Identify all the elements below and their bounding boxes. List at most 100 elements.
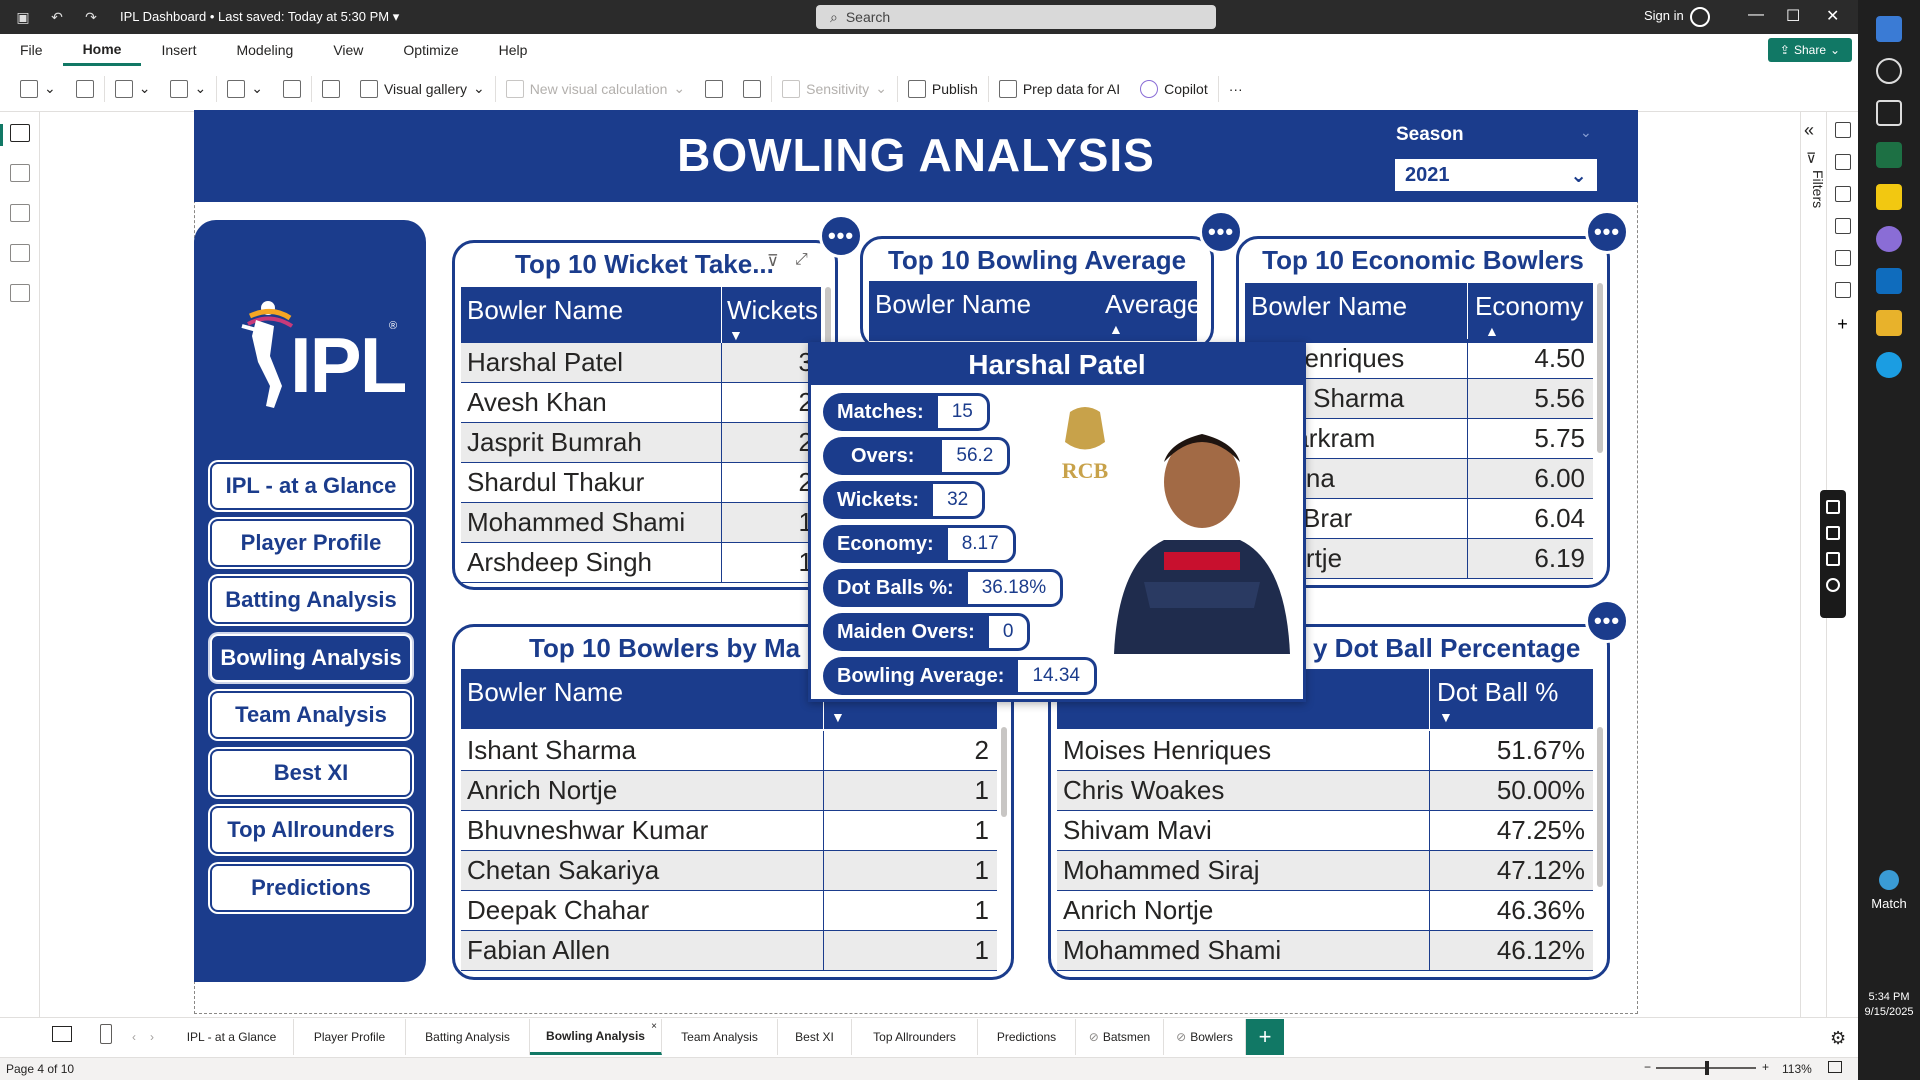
- performance-icon[interactable]: [1834, 282, 1851, 298]
- menu-insert[interactable]: Insert: [141, 34, 216, 66]
- tab-bowlers-hidden[interactable]: ⊘ Bowlers: [1164, 1019, 1246, 1055]
- bookmarks-icon[interactable]: [1834, 218, 1851, 234]
- sort-descending-icon[interactable]: ▼: [831, 709, 845, 725]
- fit-to-page-icon[interactable]: [1828, 1061, 1842, 1073]
- format-painter-button[interactable]: [66, 66, 104, 112]
- share-button[interactable]: ⇪ Share ⌄: [1768, 38, 1852, 62]
- sort-ascending-icon[interactable]: ▲: [1109, 321, 1123, 337]
- visual-gallery-button[interactable]: Visual gallery ⌄: [350, 66, 495, 112]
- table-row[interactable]: Bhuvneshwar Kumar 1: [461, 811, 997, 851]
- sign-in-link[interactable]: Sign in: [1644, 8, 1684, 23]
- table-row[interactable]: Chetan Sakariya 1: [461, 851, 997, 891]
- task-view-icon[interactable]: [1876, 100, 1902, 126]
- search-icon[interactable]: [1876, 58, 1902, 84]
- column-header-bowler-name[interactable]: Bowler Name: [467, 295, 623, 326]
- table-row[interactable]: Avesh Khan 2: [461, 383, 821, 423]
- edge-icon[interactable]: [1876, 352, 1902, 378]
- table-row[interactable]: Shardul Thakur 2: [461, 463, 821, 503]
- column-header-bowler-name[interactable]: Bowler Name: [1251, 291, 1407, 322]
- menu-home[interactable]: Home: [62, 34, 142, 66]
- menu-view[interactable]: View: [313, 34, 383, 66]
- nav-button-batting-analysis[interactable]: Batting Analysis: [210, 576, 412, 624]
- tab-best-xi[interactable]: Best XI: [778, 1019, 852, 1055]
- sort-descending-icon[interactable]: ▼: [729, 327, 743, 343]
- filters-pane-label[interactable]: Filters: [1800, 170, 1826, 208]
- more-options-button[interactable]: •••: [1585, 599, 1629, 643]
- gear-icon[interactable]: [1826, 578, 1840, 592]
- vertical-scrollbar[interactable]: [1597, 283, 1603, 453]
- prep-data-button[interactable]: Prep data for AI: [989, 66, 1130, 112]
- new-visual-calculation-button[interactable]: New visual calculation ⌄: [496, 66, 695, 112]
- table-view-icon[interactable]: [10, 164, 30, 182]
- refresh-button[interactable]: [273, 66, 311, 112]
- expand-pane-icon[interactable]: «: [1804, 120, 1814, 141]
- add-pane-icon[interactable]: +: [1827, 314, 1858, 335]
- vertical-scrollbar[interactable]: [1597, 727, 1603, 887]
- column-header-bowler-name[interactable]: Bowler Name: [467, 677, 623, 708]
- taskbar-widget[interactable]: Match: [1858, 870, 1920, 911]
- menu-modeling[interactable]: Modeling: [216, 34, 313, 66]
- excel-icon[interactable]: [1876, 142, 1902, 168]
- table-row[interactable]: Mohammed Siraj 47.12%: [1057, 851, 1593, 891]
- nav-button-best-xi[interactable]: Best XI: [210, 749, 412, 797]
- more-options-button[interactable]: •••: [819, 214, 863, 258]
- tab-bowling-analysis[interactable]: Bowling Analysis ×: [530, 1019, 662, 1055]
- table-row[interactable]: Shivam Mavi 47.25%: [1057, 811, 1593, 851]
- publish-button[interactable]: Publish: [898, 66, 988, 112]
- camera-icon[interactable]: [1826, 500, 1840, 514]
- table-row[interactable]: Fabian Allen 1: [461, 931, 997, 971]
- save-icon[interactable]: ▣: [12, 6, 34, 28]
- table-row[interactable]: Mohammed Shami 46.12%: [1057, 931, 1593, 971]
- minimize-icon[interactable]: —: [1748, 6, 1764, 24]
- column-header-dot-ball-percent[interactable]: Dot Ball %: [1437, 677, 1558, 708]
- undo-icon[interactable]: ↶: [46, 6, 68, 28]
- document-title[interactable]: IPL Dashboard • Last saved: Today at 5:3…: [120, 9, 399, 25]
- tab-team-analysis[interactable]: Team Analysis: [662, 1019, 778, 1055]
- table-row[interactable]: Arshdeep Singh 1: [461, 543, 821, 583]
- tab-batsmen-hidden[interactable]: ⊘ Batsmen: [1076, 1019, 1164, 1055]
- file-explorer-icon[interactable]: [1876, 310, 1902, 336]
- get-data-button[interactable]: ⌄: [105, 66, 161, 112]
- new-visual-button[interactable]: [312, 66, 350, 112]
- close-icon[interactable]: ✕: [1826, 6, 1839, 26]
- redo-icon[interactable]: ↷: [80, 6, 102, 28]
- menu-file[interactable]: File: [0, 34, 63, 66]
- table-row[interactable]: Jasprit Bumrah 2: [461, 423, 821, 463]
- report-view-icon[interactable]: [10, 124, 30, 142]
- video-icon[interactable]: [1826, 526, 1840, 540]
- data-pane-icon[interactable]: [1834, 122, 1851, 138]
- user-icon[interactable]: [1690, 7, 1710, 27]
- model-view-icon[interactable]: [10, 204, 30, 222]
- visualizations-pane-icon[interactable]: [1834, 154, 1851, 170]
- zoom-slider-thumb[interactable]: [1705, 1061, 1709, 1075]
- menu-help[interactable]: Help: [479, 34, 548, 66]
- desktop-layout-icon[interactable]: [52, 1026, 72, 1042]
- selection-pane-icon[interactable]: [1834, 250, 1851, 266]
- quick-measure-button[interactable]: [733, 66, 771, 112]
- format-pane-icon[interactable]: [1834, 186, 1851, 202]
- vertical-scrollbar[interactable]: [1001, 727, 1007, 817]
- focus-mode-icon[interactable]: ⤢: [795, 251, 808, 269]
- dax-query-icon[interactable]: [10, 244, 30, 262]
- nav-button-predictions[interactable]: Predictions: [210, 864, 412, 912]
- tab-top-allrounders[interactable]: Top Allrounders: [852, 1019, 978, 1055]
- sensitivity-button[interactable]: Sensitivity ⌄: [772, 66, 897, 112]
- zoom-in-icon[interactable]: +: [1762, 1060, 1769, 1074]
- sort-ascending-icon[interactable]: ▲: [1485, 323, 1499, 339]
- system-clock[interactable]: 5:34 PM 9/15/2025: [1858, 990, 1920, 1020]
- tab-predictions[interactable]: Predictions: [978, 1019, 1076, 1055]
- new-measure-button[interactable]: [695, 66, 733, 112]
- previous-page-icon[interactable]: ‹: [132, 1030, 136, 1044]
- copilot-icon[interactable]: [1876, 226, 1902, 252]
- table-row[interactable]: Mohammed Shami 1: [461, 503, 821, 543]
- more-options-button[interactable]: ···: [1219, 66, 1253, 112]
- maximize-icon[interactable]: ☐: [1786, 6, 1800, 26]
- tab-batting-analysis[interactable]: Batting Analysis: [406, 1019, 530, 1055]
- chevron-down-icon[interactable]: ⌄: [1580, 124, 1592, 141]
- table-row[interactable]: Moises Henriques 51.67%: [1057, 731, 1593, 771]
- table-row[interactable]: Anrich Nortje 46.36%: [1057, 891, 1593, 931]
- column-header-wickets[interactable]: Wickets: [727, 295, 818, 326]
- windows-start-icon[interactable]: [1876, 16, 1902, 42]
- nav-button-top-allrounders[interactable]: Top Allrounders: [210, 806, 412, 854]
- next-page-icon[interactable]: ›: [150, 1030, 154, 1044]
